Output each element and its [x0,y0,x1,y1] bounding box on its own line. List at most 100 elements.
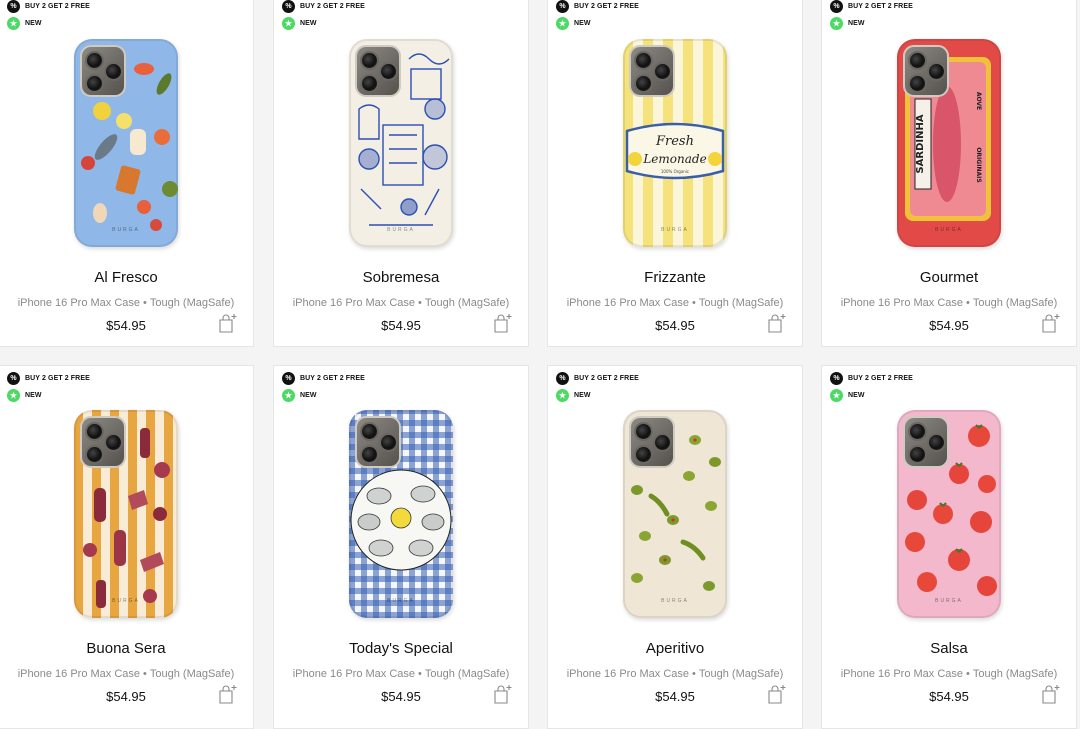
product-image[interactable]: BURGA [74,39,178,247]
star-icon: ★ [7,389,20,402]
camera-module [903,45,949,97]
promo-badge-label: BUY 2 GET 2 FREE [25,375,90,382]
product-title[interactable]: Gourmet [822,269,1076,286]
star-icon: ★ [830,17,843,30]
product-subtitle: iPhone 16 Pro Max Case • Tough (MagSafe) [17,668,235,680]
product-card[interactable]: % BUY 2 GET 2 FREE ★ NEW BURGA Today's S… [273,365,529,729]
product-device: iPhone 16 Pro Max Case [292,668,416,680]
product-variant: Tough (MagSafe) [149,297,235,309]
product-device: iPhone 16 Pro Max Case [840,668,964,680]
new-badge: ★ NEW [556,17,591,30]
product-card[interactable]: % BUY 2 GET 2 FREE ★ NEW [0,0,254,347]
new-badge-label: NEW [848,392,865,399]
promo-badge: % BUY 2 GET 2 FREE [830,372,913,385]
product-price: $54.95 [106,689,146,704]
product-title[interactable]: Salsa [822,640,1076,657]
product-title[interactable]: Frizzante [548,269,802,286]
promo-badge-label: BUY 2 GET 2 FREE [574,3,639,10]
new-badge-label: NEW [300,20,317,27]
shopping-bag-add-icon[interactable] [217,312,239,334]
product-grid: % BUY 2 GET 2 FREE ★ NEW BURGA Al Fresco… [0,0,1080,729]
product-title[interactable]: Buona Sera [0,640,253,657]
product-device: iPhone 16 Pro Max Case [566,668,690,680]
promo-badge-label: BUY 2 GET 2 FREE [574,375,639,382]
product-price: $54.95 [655,318,695,333]
star-icon: ★ [7,17,20,30]
case-art-text: Fresh [655,134,694,149]
product-variant: Tough (MagSafe) [972,297,1058,309]
product-image[interactable]: SARDINHA AOVE ORIGINAIS BURGA [897,39,1001,247]
star-icon: ★ [282,17,295,30]
promo-badge: % BUY 2 GET 2 FREE [7,372,90,385]
product-image[interactable]: BURGA [349,410,453,618]
product-variant: Tough (MagSafe) [698,297,784,309]
new-badge-label: NEW [848,20,865,27]
case-art-text: Lemonade [642,152,706,166]
product-image[interactable]: BURGA [897,410,1001,618]
product-variant: Tough (MagSafe) [698,668,784,680]
case-brand-mark: BURGA [387,227,415,233]
case-art-text: SARDINHA [915,114,926,173]
shopping-bag-add-icon[interactable] [1040,312,1062,334]
product-card[interactable]: % BUY 2 GET 2 FREE ★ NEW BURGA Buona Ser… [0,365,254,729]
product-image[interactable]: BURGA [349,39,453,247]
camera-module [629,416,675,468]
product-image[interactable]: BURGA [74,410,178,618]
product-title[interactable]: Al Fresco [0,269,253,286]
product-title[interactable]: Aperitivo [548,640,802,657]
product-card[interactable]: % BUY 2 GET 2 FREE ★ NEW BURGA [273,0,529,347]
product-card[interactable]: % BUY 2 GET 2 FREE ★ NEW Fresh Lemonade … [547,0,803,347]
percent-icon: % [830,0,843,13]
product-card[interactable]: % BUY 2 GET 2 FREE ★ NEW SARDINHA AOVE O… [821,0,1077,347]
case-brand-mark: BURGA [935,598,963,604]
shopping-bag-add-icon[interactable] [766,683,788,705]
product-title[interactable]: Today's Special [274,640,528,657]
new-badge-label: NEW [300,392,317,399]
product-device: iPhone 16 Pro Max Case [840,297,964,309]
new-badge: ★ NEW [7,389,42,402]
case-art-text: 100% Organic [661,169,689,174]
product-price: $54.95 [929,689,969,704]
product-image[interactable]: Fresh Lemonade 100% Organic BURGA [623,39,727,247]
percent-icon: % [830,372,843,385]
promo-badge-label: BUY 2 GET 2 FREE [25,3,90,10]
product-subtitle: iPhone 16 Pro Max Case • Tough (MagSafe) [840,297,1058,309]
product-variant: Tough (MagSafe) [424,668,510,680]
star-icon: ★ [556,389,569,402]
case-art-text: ORIGINAIS [975,147,982,182]
shopping-bag-add-icon[interactable] [492,312,514,334]
percent-icon: % [282,0,295,13]
case-brand-mark: BURGA [661,227,689,233]
promo-badge: % BUY 2 GET 2 FREE [282,0,365,13]
new-badge: ★ NEW [7,17,42,30]
product-subtitle: iPhone 16 Pro Max Case • Tough (MagSafe) [840,668,1058,680]
product-variant: Tough (MagSafe) [424,297,510,309]
camera-module [629,45,675,97]
camera-module [903,416,949,468]
new-badge-label: NEW [25,20,42,27]
new-badge: ★ NEW [830,389,865,402]
shopping-bag-add-icon[interactable] [492,683,514,705]
product-price: $54.95 [106,318,146,333]
product-card[interactable]: % BUY 2 GET 2 FREE ★ NEW [547,365,803,729]
product-variant: Tough (MagSafe) [972,668,1058,680]
new-badge-label: NEW [574,392,591,399]
camera-module [80,416,126,468]
new-badge: ★ NEW [556,389,591,402]
promo-badge-label: BUY 2 GET 2 FREE [300,3,365,10]
product-title[interactable]: Sobremesa [274,269,528,286]
shopping-bag-add-icon[interactable] [1040,683,1062,705]
camera-module [355,45,401,97]
shopping-bag-add-icon[interactable] [217,683,239,705]
product-image[interactable]: BURGA [623,410,727,618]
promo-badge: % BUY 2 GET 2 FREE [556,0,639,13]
shopping-bag-add-icon[interactable] [766,312,788,334]
product-device: iPhone 16 Pro Max Case [17,297,141,309]
case-brand-mark: BURGA [387,598,415,604]
product-card[interactable]: % BUY 2 GET 2 FREE ★ NEW BURGA [821,365,1077,729]
promo-badge: % BUY 2 GET 2 FREE [7,0,90,13]
percent-icon: % [556,0,569,13]
case-brand-mark: BURGA [935,227,963,233]
new-badge-label: NEW [574,20,591,27]
product-device: iPhone 16 Pro Max Case [17,668,141,680]
